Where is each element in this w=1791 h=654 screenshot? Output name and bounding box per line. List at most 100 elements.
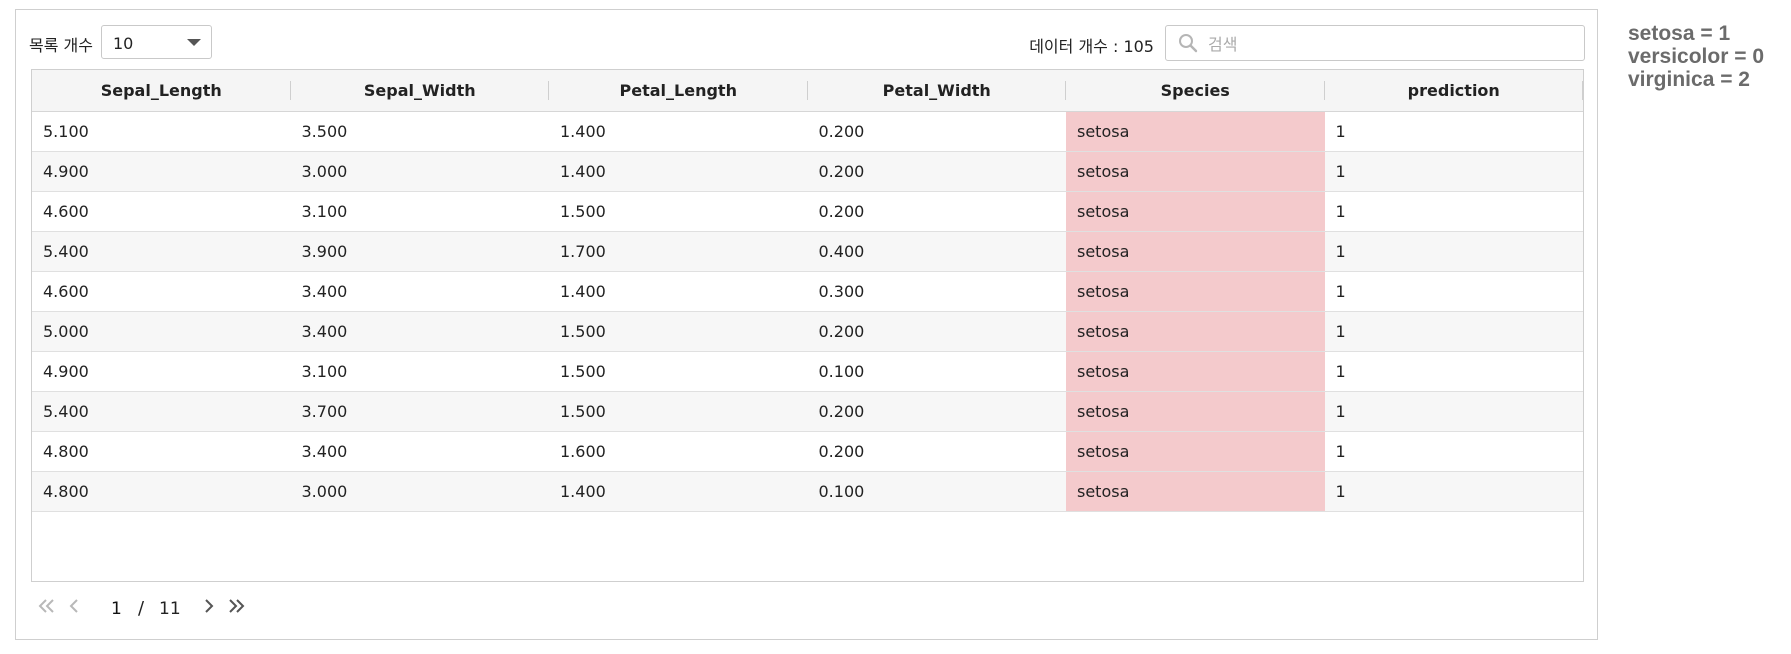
table-row[interactable]: 5.400 3.700 1.500 0.200 setosa 1 <box>32 391 1583 432</box>
cell-prediction: 1 <box>1324 231 1583 272</box>
cell-petal-length: 1.500 <box>549 311 808 352</box>
search-box[interactable] <box>1165 25 1585 61</box>
last-page-icon[interactable] <box>225 594 249 618</box>
cell-sepal-width: 3.100 <box>290 351 549 392</box>
cell-sepal-width: 3.400 <box>290 431 549 472</box>
data-grid-panel: 목록 개수 10 데이터 개수 : 105 Sepal_Length Sepal… <box>15 9 1598 640</box>
table-row[interactable]: 4.900 3.000 1.400 0.200 setosa 1 <box>32 151 1583 192</box>
table-row[interactable]: 5.100 3.500 1.400 0.200 setosa 1 <box>32 111 1583 152</box>
page-size-select[interactable]: 10 <box>101 25 212 59</box>
column-header-petal-width[interactable]: Petal_Width <box>807 70 1066 112</box>
cell-sepal-length: 5.000 <box>32 311 291 352</box>
chevron-down-icon <box>187 39 201 46</box>
cell-prediction: 1 <box>1324 471 1583 512</box>
column-divider[interactable] <box>1582 81 1583 100</box>
search-icon <box>1179 34 1198 53</box>
column-header-sepal-length[interactable]: Sepal_Length <box>32 70 291 112</box>
cell-prediction: 1 <box>1324 431 1583 472</box>
cell-sepal-width: 3.400 <box>290 271 549 312</box>
cell-petal-width: 0.100 <box>807 351 1066 392</box>
cell-sepal-length: 5.400 <box>32 231 291 272</box>
column-header-label: Sepal_Length <box>100 80 222 100</box>
legend-line: virginica = 2 <box>1628 68 1750 91</box>
table-row[interactable]: 5.000 3.400 1.500 0.200 setosa 1 <box>32 311 1583 352</box>
cell-petal-width: 0.200 <box>807 431 1066 472</box>
next-page-icon[interactable] <box>197 594 221 618</box>
cell-prediction: 1 <box>1324 351 1583 392</box>
cell-petal-width: 0.100 <box>807 471 1066 512</box>
cell-sepal-length: 4.900 <box>32 151 291 192</box>
column-header-petal-length[interactable]: Petal_Length <box>549 70 808 112</box>
cell-species: setosa <box>1066 351 1325 392</box>
cell-sepal-width: 3.000 <box>290 151 549 192</box>
table-row[interactable]: 4.600 3.400 1.400 0.300 setosa 1 <box>32 271 1583 312</box>
column-header-label: Sepal_Width <box>363 80 476 100</box>
table-row[interactable]: 4.800 3.400 1.600 0.200 setosa 1 <box>32 431 1583 472</box>
cell-prediction: 1 <box>1324 151 1583 192</box>
cell-prediction: 1 <box>1324 191 1583 232</box>
page-size-value: 10 <box>113 34 134 53</box>
cell-species: setosa <box>1066 151 1325 192</box>
cell-prediction: 1 <box>1324 111 1583 152</box>
cell-sepal-width: 3.400 <box>290 311 549 352</box>
column-header-sepal-width[interactable]: Sepal_Width <box>290 70 549 112</box>
cell-species: setosa <box>1066 431 1325 472</box>
cell-sepal-width: 3.900 <box>290 231 549 272</box>
cell-species: setosa <box>1066 271 1325 312</box>
cell-petal-width: 0.200 <box>807 311 1066 352</box>
cell-prediction: 1 <box>1324 391 1583 432</box>
column-header-prediction[interactable]: prediction <box>1324 70 1583 112</box>
table-row[interactable]: 4.600 3.100 1.500 0.200 setosa 1 <box>32 191 1583 232</box>
prev-page-icon[interactable] <box>62 594 86 618</box>
cell-sepal-length: 5.100 <box>32 111 291 152</box>
page-separator: / <box>138 598 145 619</box>
cell-petal-width: 0.200 <box>807 391 1066 432</box>
total-pages: 11 <box>159 599 181 619</box>
column-header-label: Species <box>1160 80 1230 100</box>
page-size-label: 목록 개수 <box>29 36 93 55</box>
cell-petal-length: 1.700 <box>549 231 808 272</box>
cell-sepal-length: 4.600 <box>32 191 291 232</box>
column-header-label: Petal_Length <box>619 80 737 100</box>
legend-line: versicolor = 0 <box>1628 45 1764 68</box>
search-input[interactable] <box>1206 31 1570 57</box>
cell-sepal-width: 3.500 <box>290 111 549 152</box>
grid-toolbar: 목록 개수 10 데이터 개수 : 105 <box>16 10 1597 69</box>
column-header-species[interactable]: Species <box>1066 70 1325 112</box>
column-header-label: prediction <box>1407 80 1500 100</box>
first-page-icon[interactable] <box>34 594 58 618</box>
cell-petal-length: 1.600 <box>549 431 808 472</box>
cell-prediction: 1 <box>1324 271 1583 312</box>
cell-sepal-length: 5.400 <box>32 391 291 432</box>
cell-petal-length: 1.400 <box>549 271 808 312</box>
table-row[interactable]: 4.900 3.100 1.500 0.100 setosa 1 <box>32 351 1583 392</box>
cell-species: setosa <box>1066 191 1325 232</box>
cell-species: setosa <box>1066 111 1325 152</box>
cell-petal-width: 0.200 <box>807 191 1066 232</box>
cell-species: setosa <box>1066 391 1325 432</box>
table-row[interactable]: 5.400 3.900 1.700 0.400 setosa 1 <box>32 231 1583 272</box>
cell-prediction: 1 <box>1324 311 1583 352</box>
cell-petal-length: 1.500 <box>549 351 808 392</box>
cell-species: setosa <box>1066 231 1325 272</box>
table-header-row: Sepal_Length Sepal_Width Petal_Length Pe… <box>32 70 1583 112</box>
cell-species: setosa <box>1066 471 1325 512</box>
cell-petal-width: 0.200 <box>807 151 1066 192</box>
cell-sepal-width: 3.100 <box>290 191 549 232</box>
cell-sepal-length: 4.900 <box>32 351 291 392</box>
cell-petal-width: 0.300 <box>807 271 1066 312</box>
cell-petal-length: 1.500 <box>549 391 808 432</box>
cell-petal-width: 0.400 <box>807 231 1066 272</box>
cell-petal-length: 1.500 <box>549 191 808 232</box>
data-count: 데이터 개수 : 105 <box>1029 37 1154 56</box>
species-legend: setosa = 1 versicolor = 0 virginica = 2 <box>1628 22 1764 91</box>
cell-sepal-width: 3.000 <box>290 471 549 512</box>
data-table: Sepal_Length Sepal_Width Petal_Length Pe… <box>31 69 1584 582</box>
cell-petal-width: 0.200 <box>807 111 1066 152</box>
cell-sepal-length: 4.800 <box>32 431 291 472</box>
column-header-label: Petal_Width <box>882 80 991 100</box>
current-page: 1 <box>111 599 122 619</box>
cell-sepal-length: 4.800 <box>32 471 291 512</box>
cell-petal-length: 1.400 <box>549 471 808 512</box>
table-row[interactable]: 4.800 3.000 1.400 0.100 setosa 1 <box>32 471 1583 512</box>
